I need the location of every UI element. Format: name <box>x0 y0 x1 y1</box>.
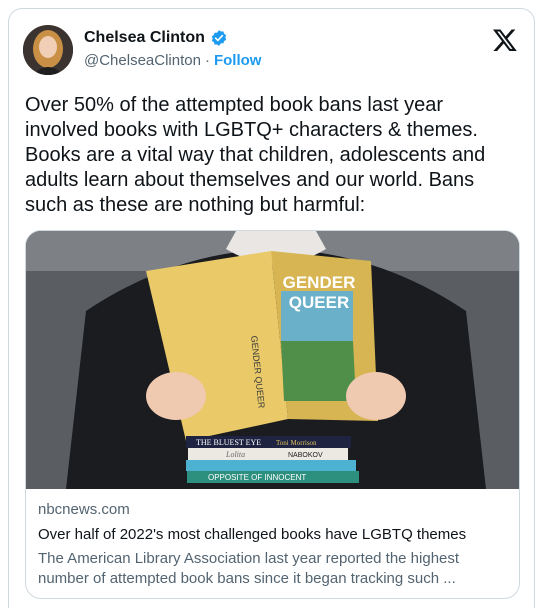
link-preview-card[interactable]: GENDER QUEER GENDER QUEER THE BLUEST EYE… <box>25 230 520 599</box>
follow-button[interactable]: Follow <box>214 52 262 69</box>
link-preview-image: GENDER QUEER GENDER QUEER THE BLUEST EYE… <box>26 231 519 489</box>
link-domain: nbcnews.com <box>38 501 130 518</box>
link-title[interactable]: Over half of 2022's most challenged book… <box>38 526 507 543</box>
stack-book-1-author: Toni Morrison <box>276 439 317 447</box>
link-preview-meta: nbcnews.com Over half of 2022's most cha… <box>38 501 507 589</box>
stack-book-1-title: THE BLUEST EYE <box>196 438 261 447</box>
book-title-line-1: GENDER <box>283 273 356 292</box>
link-description: The American Library Association last ye… <box>38 550 460 587</box>
tweet-card: Chelsea Clinton @ChelseaClinton · Follow… <box>8 8 535 608</box>
stack-book-2-author: NABOKOV <box>288 452 323 459</box>
tweet-text: Over 50% of the attempted book bans last… <box>25 94 486 216</box>
x-logo-icon[interactable] <box>492 27 518 53</box>
author-handle[interactable]: @ChelseaClinton <box>84 52 201 69</box>
book-photo: GENDER QUEER GENDER QUEER THE BLUEST EYE… <box>26 231 519 489</box>
verified-badge-icon <box>211 30 227 46</box>
stack-book-2-title: Lolita <box>225 450 245 459</box>
user-info: Chelsea Clinton @ChelseaClinton · Follow <box>84 29 261 69</box>
avatar[interactable] <box>23 25 73 75</box>
separator-dot: · <box>204 52 210 69</box>
stack-book-4-title: OPPOSITE OF INNOCENT <box>208 473 306 482</box>
author-name[interactable]: Chelsea Clinton <box>84 29 205 47</box>
book-title-line-2: QUEER <box>289 293 349 312</box>
avatar-portrait <box>23 25 73 75</box>
tweet-header: Chelsea Clinton @ChelseaClinton · Follow <box>23 23 520 77</box>
